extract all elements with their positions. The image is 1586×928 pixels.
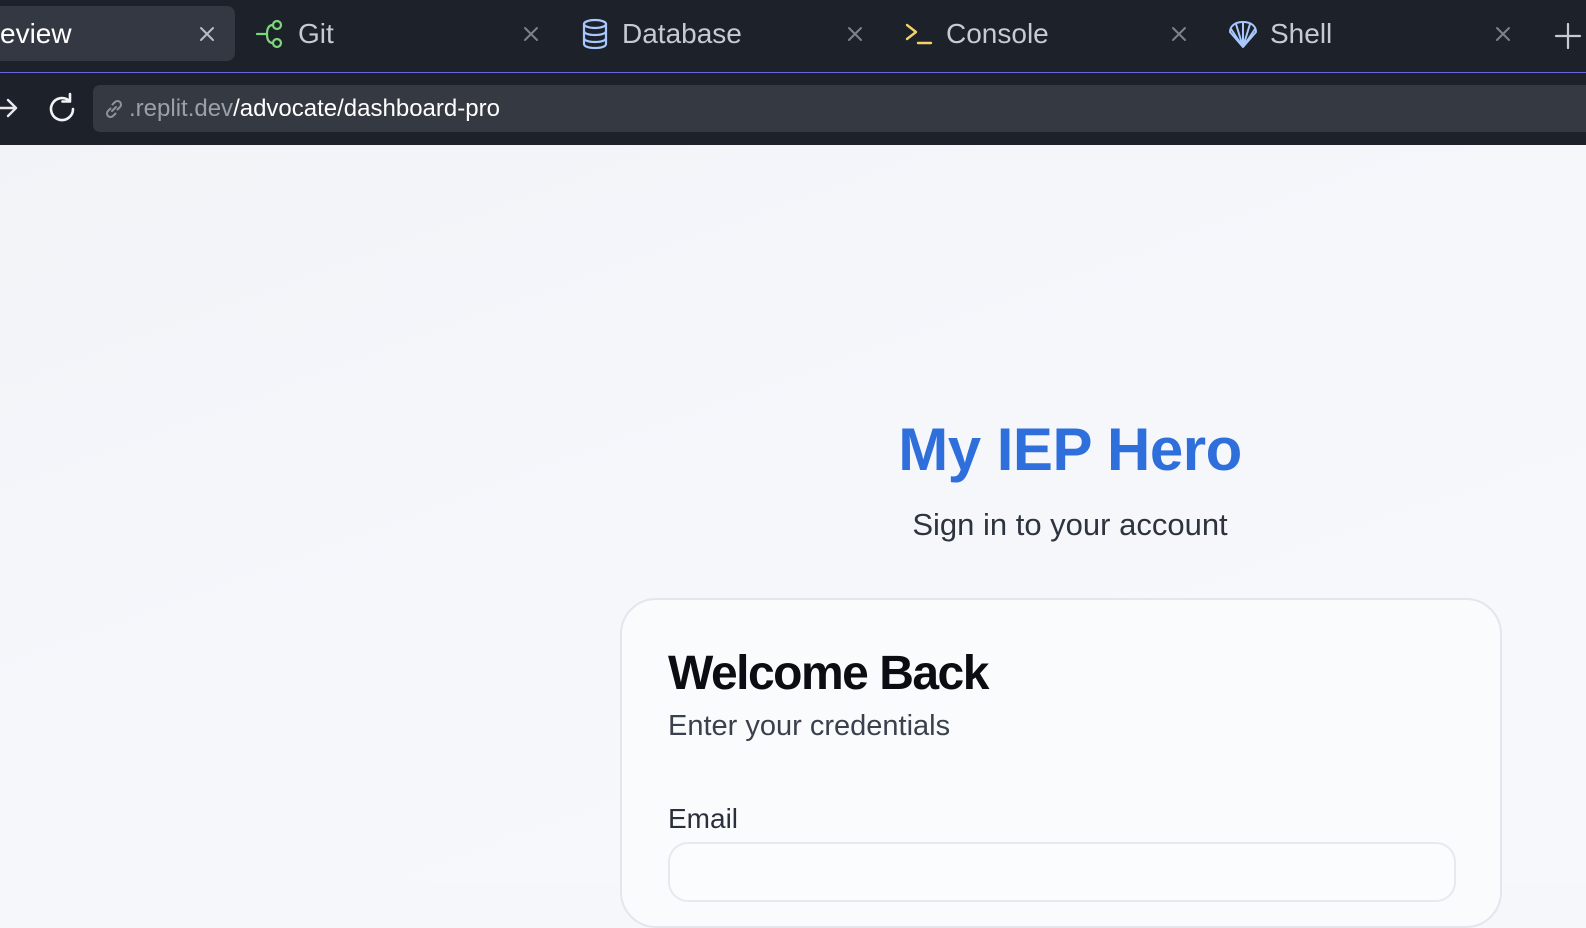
- close-icon[interactable]: [520, 23, 542, 45]
- login-card: Welcome Back Enter your credentials Emai…: [620, 598, 1502, 928]
- url-path: /advocate/dashboard-pro: [233, 94, 500, 122]
- tab-console[interactable]: Console: [902, 6, 1202, 61]
- url-domain: .replit.dev: [129, 94, 234, 122]
- arrow-right-icon[interactable]: [0, 93, 24, 123]
- console-icon: [902, 17, 936, 51]
- close-icon[interactable]: [844, 23, 866, 45]
- link-icon: [101, 96, 127, 122]
- tab-git[interactable]: Git: [254, 6, 554, 61]
- card-title: Welcome Back: [668, 647, 989, 700]
- reload-icon[interactable]: [44, 91, 80, 127]
- tab-bar: eview Git Database Console Shell: [0, 0, 1586, 73]
- page-subtitle: Sign in to your account: [912, 507, 1228, 542]
- close-icon[interactable]: [1492, 23, 1514, 45]
- new-tab-icon[interactable]: [1554, 22, 1586, 50]
- brand-title: My IEP Hero: [898, 416, 1242, 483]
- tab-label: Database: [622, 17, 742, 49]
- email-label: Email: [668, 803, 739, 834]
- email-field[interactable]: [668, 842, 1456, 902]
- address-bar: .replit.dev/advocate/dashboard-pro: [0, 73, 1586, 145]
- close-icon[interactable]: [1168, 23, 1190, 45]
- tab-label: Console: [946, 17, 1049, 49]
- tab-database[interactable]: Database: [578, 6, 878, 61]
- tab-label: Git: [298, 17, 334, 49]
- shell-icon: [1226, 17, 1260, 51]
- database-icon: [578, 17, 612, 51]
- git-icon: [254, 17, 288, 51]
- url-field[interactable]: .replit.dev/advocate/dashboard-pro: [93, 85, 1586, 132]
- close-icon[interactable]: [196, 23, 218, 45]
- page-content: My IEP Hero Sign in to your account Welc…: [0, 145, 1586, 928]
- tab-preview[interactable]: eview: [0, 6, 235, 61]
- tab-label: Shell: [1270, 17, 1333, 49]
- tab-label: eview: [0, 17, 72, 49]
- tab-shell[interactable]: Shell: [1226, 6, 1526, 61]
- card-description: Enter your credentials: [668, 710, 951, 742]
